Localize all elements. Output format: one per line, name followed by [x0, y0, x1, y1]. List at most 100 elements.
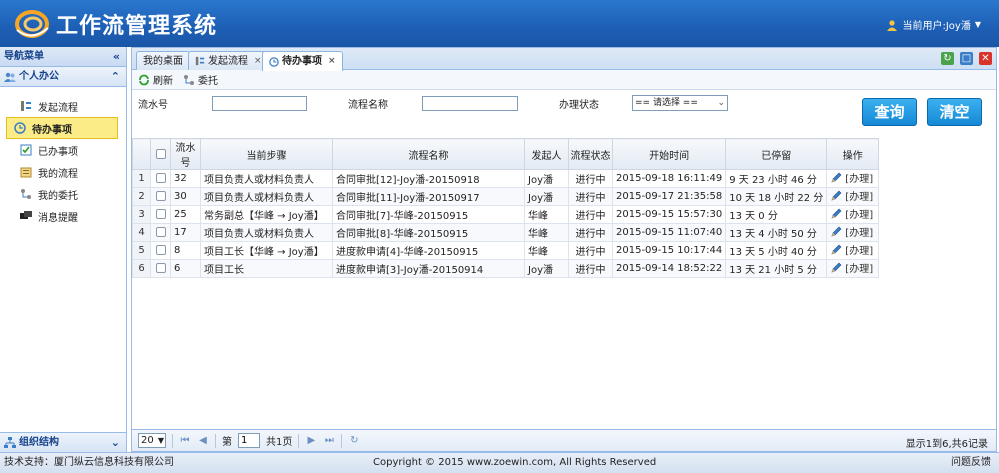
status-select-value: == 请选择 ==	[635, 98, 698, 108]
sidebar-item-todo[interactable]: 待办事项	[6, 117, 118, 139]
cell-serial: 8	[170, 241, 201, 260]
row-select-cell[interactable]	[150, 187, 171, 206]
column-header[interactable]: 流程状态	[568, 138, 613, 170]
close-icon[interactable]: ×	[254, 53, 262, 70]
cell-stay: 10 天 18 小时 22 分	[725, 187, 828, 206]
cell-start: 2015-09-15 15:57:30	[611, 205, 727, 224]
divider	[341, 433, 343, 448]
cell-status: 进行中	[568, 241, 613, 260]
current-user-menu[interactable]: 当前用户:Joy潘 ▼	[886, 17, 981, 32]
table-row[interactable]: 6 6 项目工长 进度款申请[3]-Joy潘-20150914 Joy潘 进行中 2015-…	[132, 259, 880, 278]
status-select[interactable]: == 请选择 == ⌄	[632, 95, 728, 111]
select-all-header[interactable]	[150, 138, 171, 170]
handle-link[interactable]: [办理]	[830, 260, 873, 275]
refresh-label: 刷新	[153, 76, 173, 87]
cell-start: 2015-09-14 18:52:22	[611, 259, 727, 278]
table-row[interactable]: 3 25 常务副总【华峰 → Joy潘】 合同审批[7]-华峰-20150915 华峰进…	[132, 205, 880, 224]
feedback-link[interactable]: 问题反馈	[951, 453, 991, 472]
sidebar-item-delegate[interactable]: 我的委托	[6, 183, 118, 205]
delegate-button[interactable]: 委托	[183, 72, 218, 87]
cell-stay: 13 天 21 小时 5 分	[725, 259, 828, 278]
row-select-cell[interactable]	[150, 205, 171, 224]
tab-label: 待办事项	[282, 56, 322, 67]
serial-label: 流水号	[138, 100, 168, 111]
row-checkbox[interactable]	[155, 227, 166, 237]
column-header[interactable]: 开始时间	[611, 138, 727, 170]
refresh-icon[interactable]: ↻	[348, 435, 360, 446]
table-row[interactable]: 1 32 项目负责人或材料负责人 合同审批[12]-Joy潘-20150918 Joy潘…	[132, 169, 880, 188]
chevron-down-icon: ▼	[974, 20, 981, 29]
row-select-cell[interactable]	[150, 169, 171, 188]
handle-link[interactable]: [办理]	[830, 242, 873, 257]
row-checkbox[interactable]	[155, 191, 166, 201]
table-body: 1 32 项目负责人或材料负责人 合同审批[12]-Joy潘-20150918 Joy潘…	[132, 169, 880, 278]
page-number-input[interactable]	[238, 433, 260, 448]
column-header: 操作	[826, 138, 880, 170]
divider	[298, 433, 300, 448]
cell-serial: 32	[170, 169, 201, 188]
table-row[interactable]: 2 30 项目负责人或材料负责人 合同审批[11]-Joy潘-20150917 Joy潘…	[132, 187, 880, 206]
close-icon[interactable]: ✕	[979, 52, 992, 65]
table-row[interactable]: 5 8 项目工长【华峰 → Joy潘】 进度款申请[4]-华峰-20150915 华峰进…	[132, 241, 880, 260]
column-header[interactable]: 流程名称	[332, 138, 525, 170]
refresh-icon[interactable]: ↻	[941, 52, 954, 65]
prev-page-icon[interactable]: ◀	[197, 435, 209, 446]
handle-link[interactable]: [办理]	[830, 224, 873, 239]
chevron-up-icon[interactable]: ⌃	[111, 67, 120, 87]
table-row[interactable]: 4 17 项目负责人或材料负责人 合同审批[8]-华峰-20150915 华峰 进行中 20…	[132, 223, 880, 242]
tab-start-flow[interactable]: 发起流程 ×	[188, 51, 269, 70]
query-button[interactable]: 查询	[862, 98, 917, 126]
section-personal-office[interactable]: 个人办公 ⌃	[0, 67, 126, 87]
cell-stay: 9 天 23 小时 46 分	[725, 169, 828, 188]
sidebar-item-messages[interactable]: 消息提醒	[6, 205, 118, 227]
first-page-icon[interactable]: ⏮	[179, 435, 191, 446]
column-header[interactable]: 已停留	[725, 138, 828, 170]
handle-link[interactable]: [办理]	[830, 188, 873, 203]
section-org-structure[interactable]: 组织结构 ⌄	[0, 432, 126, 452]
row-select-cell[interactable]	[150, 259, 171, 278]
row-checkbox[interactable]	[155, 209, 166, 219]
tab-todo[interactable]: 待办事项 ×	[262, 51, 343, 71]
column-header[interactable]: 发起人	[524, 138, 569, 170]
tab-label: 发起流程	[208, 55, 248, 67]
row-select-cell[interactable]	[150, 241, 171, 260]
sidebar-item-my-flow[interactable]: 我的流程	[6, 161, 118, 183]
section-label: 个人办公	[19, 70, 59, 82]
refresh-button[interactable]: 刷新	[138, 72, 173, 87]
chevron-down-icon: ▼	[157, 436, 164, 445]
clear-button[interactable]: 清空	[927, 98, 982, 126]
tab-desktop[interactable]: 我的桌面	[136, 51, 190, 70]
row-checkbox[interactable]	[155, 245, 166, 255]
chevron-down-icon[interactable]: ⌄	[111, 433, 120, 453]
handle-label: [办理]	[845, 210, 874, 222]
column-header[interactable]: 流水号	[170, 138, 201, 170]
cell-operation: [办理]	[826, 169, 880, 188]
cell-status: 进行中	[568, 205, 613, 224]
serial-input[interactable]	[212, 96, 307, 111]
todo-table: 流水号 当前步骤 流程名称 发起人 流程状态 开始时间 已停留 操作 1 32 项目…	[132, 138, 880, 278]
row-checkbox[interactable]	[155, 173, 166, 183]
handle-link[interactable]: [办理]	[830, 170, 873, 185]
handle-label: [办理]	[845, 174, 874, 186]
sidebar-item-done[interactable]: 已办事项	[6, 139, 118, 161]
row-checkbox[interactable]	[155, 263, 166, 273]
todo-icon	[269, 56, 279, 67]
next-page-icon[interactable]: ▶	[305, 435, 317, 446]
column-header[interactable]: 当前步骤	[200, 138, 333, 170]
last-page-icon[interactable]: ⏭	[323, 435, 335, 446]
tech-support-text: 技术支持：厦门纵云信息科技有限公司	[4, 457, 174, 468]
flow-name-input[interactable]	[422, 96, 518, 111]
sidebar-item-start-flow[interactable]: 发起流程	[6, 95, 118, 117]
collapse-sidebar-icon[interactable]: «	[113, 47, 120, 67]
maximize-icon[interactable]: □	[960, 52, 973, 65]
current-user-label: 当前用户:Joy潘	[902, 21, 971, 32]
select-all-checkbox[interactable]	[155, 148, 166, 159]
users-icon	[4, 72, 16, 82]
row-select-cell[interactable]	[150, 223, 171, 242]
page-size-select[interactable]: 20 ▼	[138, 433, 166, 448]
close-icon[interactable]: ×	[328, 53, 336, 70]
cell-name: 合同审批[12]-Joy潘-20150918	[332, 169, 525, 188]
delegate-label: 委托	[198, 76, 218, 87]
app-title: 工作流管理系统	[56, 14, 218, 39]
handle-link[interactable]: [办理]	[830, 206, 873, 221]
